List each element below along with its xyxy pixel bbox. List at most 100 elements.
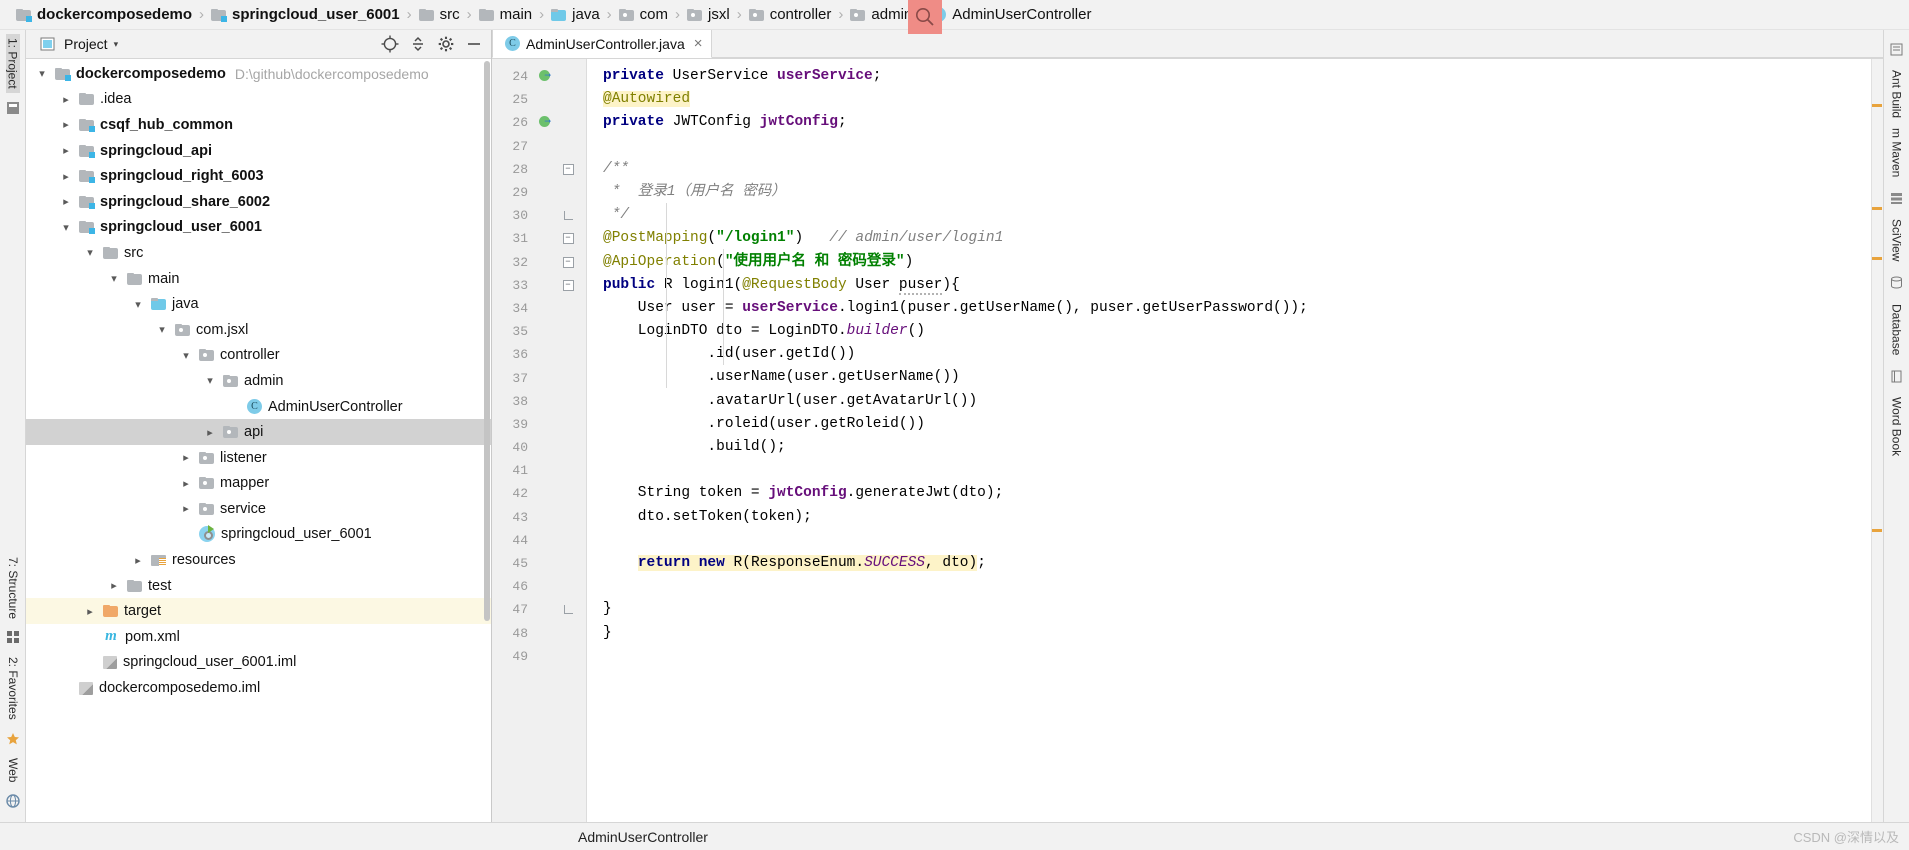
code-content[interactable]: private UserService userService; @Autowir…: [587, 59, 1883, 822]
code-line[interactable]: return new R(ResponseEnum.SUCCESS, dto);: [603, 552, 1883, 575]
settings-gear-icon[interactable]: [435, 33, 457, 55]
tool-window-button-maven[interactable]: m Maven: [1890, 124, 1904, 181]
breadcrumb-item-adminusercontroller[interactable]: C AdminUserController: [931, 6, 1091, 23]
code-line[interactable]: .avatarUrl(user.getAvatarUrl()): [603, 390, 1883, 413]
tree-item-main[interactable]: ▾ main: [26, 266, 491, 292]
project-tree-scrollbar[interactable]: [484, 61, 490, 621]
gutter-marker[interactable]: ➞: [534, 115, 558, 130]
code-line[interactable]: }: [603, 622, 1883, 645]
tool-window-button-ant-build[interactable]: Ant Build: [1890, 66, 1904, 122]
ant-icon[interactable]: [1888, 40, 1906, 58]
code-line[interactable]: private JWTConfig jwtConfig;: [603, 111, 1883, 134]
breadcrumb-item-src[interactable]: src: [418, 6, 460, 23]
code-line[interactable]: .roleid(user.getRoleid()): [603, 413, 1883, 436]
code-editor[interactable]: 24 ➞ 25 26 ➞ 27 28 − 29 30 31 − 32 − 33 − 34 35 36 37 38 39 40…: [492, 59, 1883, 822]
tool-window-button-favorites[interactable]: 2: Favorites: [6, 653, 20, 724]
editor-gutter[interactable]: 24 ➞ 25 26 ➞ 27 28 − 29 30 31 − 32 − 33 − 34 35 36 37 38 39 40…: [492, 59, 587, 822]
tool-window-button-web[interactable]: Web: [6, 754, 20, 786]
tab-adminusercontroller-java[interactable]: C AdminUserController.java ×: [492, 29, 712, 58]
tree-item-springcloud-user-6001-iml[interactable]: springcloud_user_6001.iml: [26, 650, 491, 676]
breadcrumb-item-jsxl[interactable]: jsxl: [687, 6, 730, 23]
code-line[interactable]: .id(user.getId()): [603, 343, 1883, 366]
tree-item-springcloud-right-6003[interactable]: ▸ springcloud_right_6003: [26, 163, 491, 189]
chevron-down-icon[interactable]: ▾: [58, 221, 74, 234]
chevron-right-icon[interactable]: ▸: [58, 144, 74, 157]
chevron-down-icon[interactable]: ▾: [114, 39, 119, 50]
tree-item-target[interactable]: ▸ target: [26, 598, 491, 625]
chevron-down-icon[interactable]: ▾: [202, 374, 218, 387]
chevron-down-icon[interactable]: ▾: [106, 272, 122, 285]
code-line[interactable]: [603, 135, 1883, 158]
breadcrumb-item-springcloud-user-6001[interactable]: springcloud_user_6001: [211, 6, 400, 23]
chevron-right-icon[interactable]: ▸: [106, 579, 122, 592]
override-method-icon[interactable]: ➞: [538, 115, 554, 130]
breadcrumb-item-main[interactable]: main: [478, 6, 532, 23]
locate-icon[interactable]: [379, 33, 401, 55]
grid-icon[interactable]: [4, 629, 22, 647]
code-line[interactable]: .userName(user.getUserName()): [603, 366, 1883, 389]
chevron-down-icon[interactable]: ▾: [154, 323, 170, 336]
tool-window-button-database[interactable]: Database: [1890, 300, 1904, 359]
chevron-right-icon[interactable]: ▸: [178, 502, 194, 515]
collapse-all-icon[interactable]: [407, 33, 429, 55]
tree-item-api[interactable]: ▸ api: [26, 419, 491, 445]
hide-panel-icon[interactable]: [463, 33, 485, 55]
code-line[interactable]: /**: [603, 158, 1883, 181]
chevron-right-icon[interactable]: ▸: [58, 118, 74, 131]
project-tree[interactable]: ▾ dockercomposedemo D:\github\dockercompos…: [26, 59, 491, 822]
fold-collapse-icon[interactable]: −: [562, 279, 574, 291]
chevron-right-icon[interactable]: ▸: [58, 195, 74, 208]
tree-item-test[interactable]: ▸ test: [26, 573, 491, 599]
tree-item-csqf-hub-common[interactable]: ▸ csqf_hub_common: [26, 112, 491, 138]
chevron-down-icon[interactable]: ▾: [178, 349, 194, 362]
tree-item-java[interactable]: ▾ java: [26, 291, 491, 317]
fold-end-icon[interactable]: [563, 605, 573, 615]
gutter-marker[interactable]: ➞: [534, 69, 558, 84]
marker-tick[interactable]: [1872, 104, 1882, 107]
code-line[interactable]: [603, 575, 1883, 598]
breadcrumb-item-dockercomposedemo[interactable]: dockercomposedemo: [16, 6, 192, 23]
breadcrumb-item-com[interactable]: com: [618, 6, 668, 23]
override-method-icon[interactable]: ➞: [538, 69, 554, 84]
tree-item-springcloud-share-6002[interactable]: ▸ springcloud_share_6002: [26, 189, 491, 215]
tree-item-controller[interactable]: ▾ controller: [26, 343, 491, 369]
tree-item-admin[interactable]: ▾ admin: [26, 368, 491, 394]
chevron-right-icon[interactable]: ▸: [178, 451, 194, 464]
fold-collapse-icon[interactable]: −: [562, 256, 574, 268]
editor-marker-strip[interactable]: [1871, 59, 1883, 822]
code-line[interactable]: User user = userService.login1(puser.get…: [603, 297, 1883, 320]
fold-region[interactable]: −: [558, 233, 578, 245]
fold-region[interactable]: −: [558, 256, 578, 268]
chevron-down-icon[interactable]: ▾: [130, 298, 146, 311]
search-icon[interactable]: [908, 0, 942, 34]
chevron-right-icon[interactable]: ▸: [202, 426, 218, 439]
fold-region[interactable]: −: [558, 163, 578, 175]
code-line[interactable]: [603, 645, 1883, 668]
close-icon[interactable]: ×: [694, 35, 703, 52]
tool-window-button-structure[interactable]: 7: Structure: [6, 553, 20, 623]
chevron-right-icon[interactable]: ▸: [130, 554, 146, 567]
fold-region[interactable]: [558, 605, 578, 615]
fold-region[interactable]: −: [558, 279, 578, 291]
code-line[interactable]: @PostMapping("/login1") // admin/user/lo…: [603, 227, 1883, 250]
tree-item-service[interactable]: ▸ service: [26, 496, 491, 522]
code-line[interactable]: .build();: [603, 436, 1883, 459]
fold-collapse-icon[interactable]: −: [562, 233, 574, 245]
chevron-right-icon[interactable]: ▸: [82, 605, 98, 618]
marker-tick[interactable]: [1872, 207, 1882, 210]
database-icon[interactable]: [1888, 274, 1906, 292]
tool-window-button-sciview[interactable]: SciView: [1890, 215, 1904, 265]
code-line[interactable]: @ApiOperation("使用用户名 和 密码登录"): [603, 251, 1883, 274]
tree-item-springcloud-user-6001[interactable]: ▾ springcloud_user_6001: [26, 215, 491, 241]
marker-tick[interactable]: [1872, 529, 1882, 532]
code-line[interactable]: }: [603, 598, 1883, 621]
chevron-down-icon[interactable]: ▾: [34, 67, 50, 80]
fold-collapse-icon[interactable]: −: [562, 163, 574, 175]
breadcrumb-item-admin[interactable]: admin: [850, 6, 912, 23]
code-line[interactable]: dto.setToken(token);: [603, 506, 1883, 529]
code-line[interactable]: [603, 459, 1883, 482]
book-icon[interactable]: [1888, 367, 1906, 385]
tree-item-mapper[interactable]: ▸ mapper: [26, 471, 491, 497]
breadcrumb-item-controller[interactable]: controller: [748, 6, 831, 23]
web-globe-icon[interactable]: [4, 792, 22, 810]
